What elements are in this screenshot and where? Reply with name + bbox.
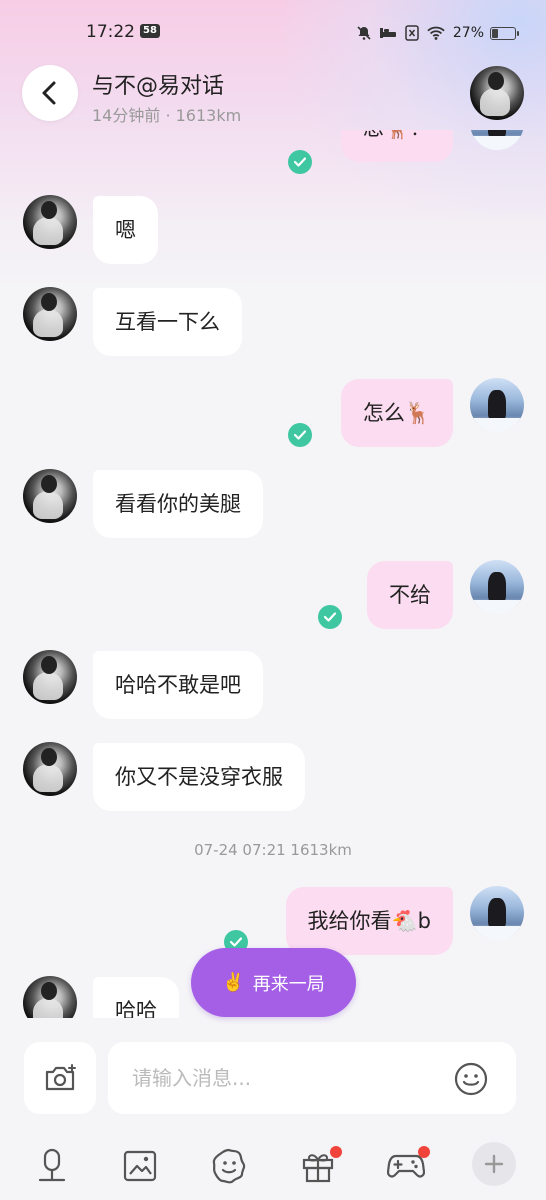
- read-check-icon: [288, 150, 312, 174]
- more-button[interactable]: [472, 1142, 516, 1186]
- gallery-button[interactable]: [118, 1144, 162, 1188]
- plus-icon: [484, 1154, 504, 1174]
- gift-button[interactable]: [296, 1144, 342, 1188]
- read-check-icon: [288, 423, 312, 447]
- battery-percent: 27%: [452, 25, 484, 41]
- read-check-icon: [318, 605, 342, 629]
- message-bubble-incoming[interactable]: 哈哈不敢是吧: [93, 651, 263, 719]
- my-avatar[interactable]: [470, 886, 524, 940]
- game-notification-dot: [418, 1146, 430, 1158]
- contact-message-avatar[interactable]: [23, 287, 77, 341]
- play-again-button[interactable]: ✌️ 再来一局: [191, 948, 356, 1017]
- message-bubble-incoming[interactable]: 互看一下么: [93, 288, 242, 356]
- camera-icon: [45, 1064, 76, 1091]
- battery-icon: [490, 26, 519, 40]
- chat-header: 与不@易对话 14分钟前 · 1613km: [0, 60, 546, 130]
- contact-message-avatar[interactable]: [23, 742, 77, 796]
- message-bubble-outgoing[interactable]: 想🦌？: [340, 130, 453, 162]
- sticker-button[interactable]: [207, 1144, 251, 1188]
- my-avatar[interactable]: [470, 560, 524, 614]
- sim-off-icon: [403, 24, 421, 42]
- camera-button[interactable]: [24, 1042, 96, 1114]
- my-avatar[interactable]: [470, 130, 524, 150]
- mute-icon: [355, 24, 373, 42]
- bed-icon: [379, 24, 397, 42]
- voice-icon: [38, 1148, 66, 1182]
- composer: [0, 1018, 546, 1138]
- message-timestamp: 07-24 07:21 1613km: [194, 841, 352, 859]
- emoji-button[interactable]: [452, 1060, 490, 1098]
- back-button[interactable]: [22, 65, 78, 121]
- page-title: 与不@易对话: [92, 74, 225, 99]
- sticker-icon: [212, 1148, 246, 1184]
- chevron-left-icon: [42, 81, 56, 105]
- my-avatar[interactable]: [470, 378, 524, 432]
- contact-message-avatar[interactable]: [23, 195, 77, 249]
- wifi-icon: [427, 24, 445, 42]
- message-bubble-outgoing[interactable]: 不给: [367, 561, 453, 629]
- chat-screen: 17:22 58 27% 与不@易对话 14分钟前 · 1613km 嗯 互看一…: [0, 0, 546, 1200]
- notification-badge: 58: [140, 24, 160, 38]
- status-icons: 27%: [355, 22, 519, 44]
- game-button[interactable]: [384, 1144, 430, 1188]
- contact-message-avatar[interactable]: [23, 469, 77, 523]
- victory-hand-icon: ✌️: [222, 972, 245, 993]
- message-bubble-incoming[interactable]: 看看你的美腿: [93, 470, 263, 538]
- message-bubble-outgoing[interactable]: 我给你看🐔b: [285, 887, 453, 955]
- status-time: 17:22: [86, 22, 135, 42]
- message-bubble-incoming[interactable]: 嗯: [93, 196, 158, 264]
- bottom-toolbar: [0, 1138, 546, 1200]
- status-bar: 17:22 58 27%: [0, 18, 546, 50]
- message-bubble-incoming[interactable]: 你又不是没穿衣服: [93, 743, 305, 811]
- smiley-icon: [454, 1062, 488, 1096]
- message-list[interactable]: 想🦌？ 嗯 互看一下么 怎么🦌 看看你的美腿 不给 哈哈不敢是吧 你又不是没穿衣…: [0, 130, 546, 1018]
- play-again-label: 再来一局: [252, 973, 325, 995]
- gift-notification-dot: [330, 1146, 342, 1158]
- contact-avatar[interactable]: [470, 66, 524, 120]
- last-seen-distance: 14分钟前 · 1613km: [92, 106, 242, 125]
- voice-button[interactable]: [30, 1144, 74, 1188]
- image-icon: [123, 1150, 157, 1182]
- message-bubble-outgoing[interactable]: 怎么🦌: [340, 379, 453, 447]
- message-bubble-incoming[interactable]: 哈哈: [93, 977, 179, 1018]
- contact-message-avatar[interactable]: [23, 976, 77, 1018]
- contact-message-avatar[interactable]: [23, 650, 77, 704]
